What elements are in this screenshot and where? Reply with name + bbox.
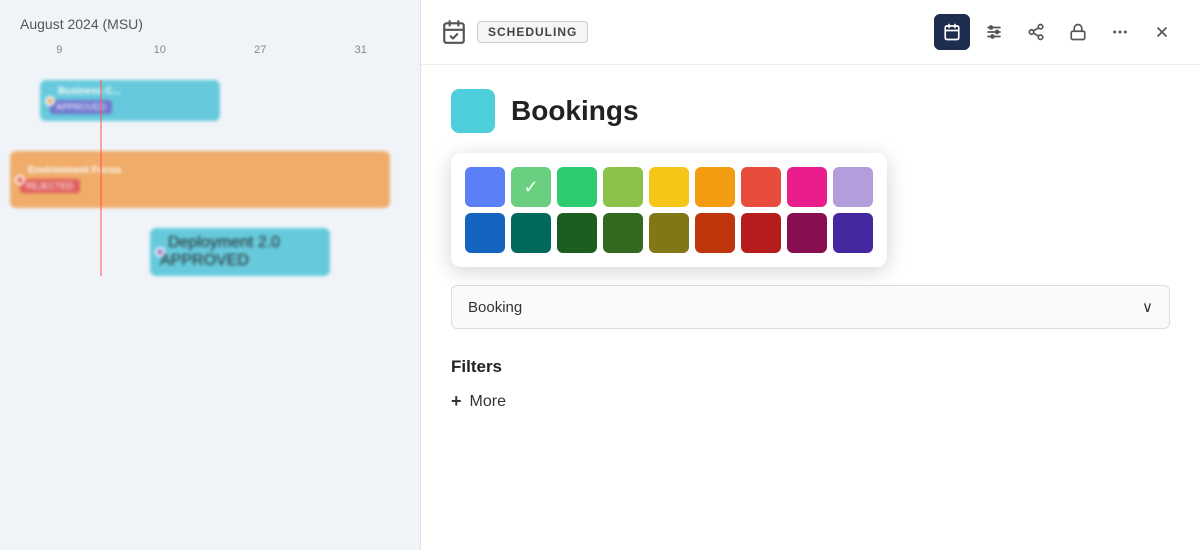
event-label: Business C... [50,86,210,97]
event-badge: APPROVED [160,252,320,270]
event-badge: REJECTED [20,179,80,193]
share-button[interactable] [1018,14,1054,50]
color-swatch-brown[interactable] [695,213,735,253]
panel-header: SCHEDULING [421,0,1200,65]
bookings-title-row: Bookings [451,89,1170,133]
event-environment: Environment Focus REJECTED [10,151,390,208]
current-time-indicator [100,80,102,276]
calendar-title: August 2024 (MSU) [0,0,420,40]
calendar-column-headers: 9 10 27 31 [0,40,420,60]
booking-dropdown-label: Booking [468,299,522,316]
chevron-down-icon: ∨ [1142,298,1153,316]
scheduling-calendar-icon [441,19,467,45]
plus-icon: + [451,391,462,412]
bookings-color-swatch[interactable] [451,89,495,133]
event-dot [155,247,165,257]
event-label: Deployment 2.0 [160,234,320,252]
color-swatch-dark-green[interactable] [557,213,597,253]
color-swatch-maroon[interactable] [787,213,827,253]
booking-dropdown[interactable]: Booking ∨ [451,285,1170,329]
color-swatch-light-green-selected[interactable]: ✓ [511,167,551,207]
more-menu-button[interactable] [1102,14,1138,50]
color-swatch-dark-blue[interactable] [465,213,505,253]
event-business: Business C... APPROVED [40,80,220,121]
filters-label: Filters [451,357,1170,377]
more-button[interactable]: + More [451,391,506,412]
color-swatch-lavender[interactable] [833,167,873,207]
col-header-9: 9 [10,40,109,60]
event-badge: APPROVED [50,100,112,114]
lock-button[interactable] [1060,14,1096,50]
color-grid: ✓ [465,167,873,253]
color-swatch-pink[interactable] [787,167,827,207]
color-swatch-forest[interactable] [603,213,643,253]
color-swatch-orange[interactable] [695,167,735,207]
sliders-button[interactable] [976,14,1012,50]
color-swatch-deep-purple[interactable] [833,213,873,253]
close-button[interactable] [1144,14,1180,50]
header-left: SCHEDULING [441,19,588,45]
event-deployment: Deployment 2.0 APPROVED [150,228,330,276]
calendar-background: August 2024 (MSU) 9 10 27 31 Business C.… [0,0,420,550]
scheduling-panel: SCHEDULING [420,0,1200,550]
color-swatch-green[interactable] [557,167,597,207]
color-swatch-olive[interactable] [649,213,689,253]
event-label: Environment Focus [20,165,380,176]
color-swatch-yellow[interactable] [649,167,689,207]
color-swatch-red[interactable] [741,167,781,207]
scheduling-label: SCHEDULING [477,21,588,43]
panel-content: Bookings ✓ [421,65,1200,550]
bookings-title: Bookings [511,95,639,127]
more-button-label: More [470,393,506,411]
event-dot [15,175,25,185]
color-swatch-lime[interactable] [603,167,643,207]
col-header-27: 27 [211,40,310,60]
color-swatch-blue[interactable] [465,167,505,207]
color-picker-popup: ✓ [451,153,887,267]
col-header-10: 10 [111,40,210,60]
header-right [934,14,1180,50]
event-dot [45,96,55,106]
calendar-view-button[interactable] [934,14,970,50]
color-swatch-dark-red[interactable] [741,213,781,253]
color-swatch-teal[interactable] [511,213,551,253]
col-header-31: 31 [312,40,411,60]
calendar-events: Business C... APPROVED Environment Focus… [0,80,420,276]
